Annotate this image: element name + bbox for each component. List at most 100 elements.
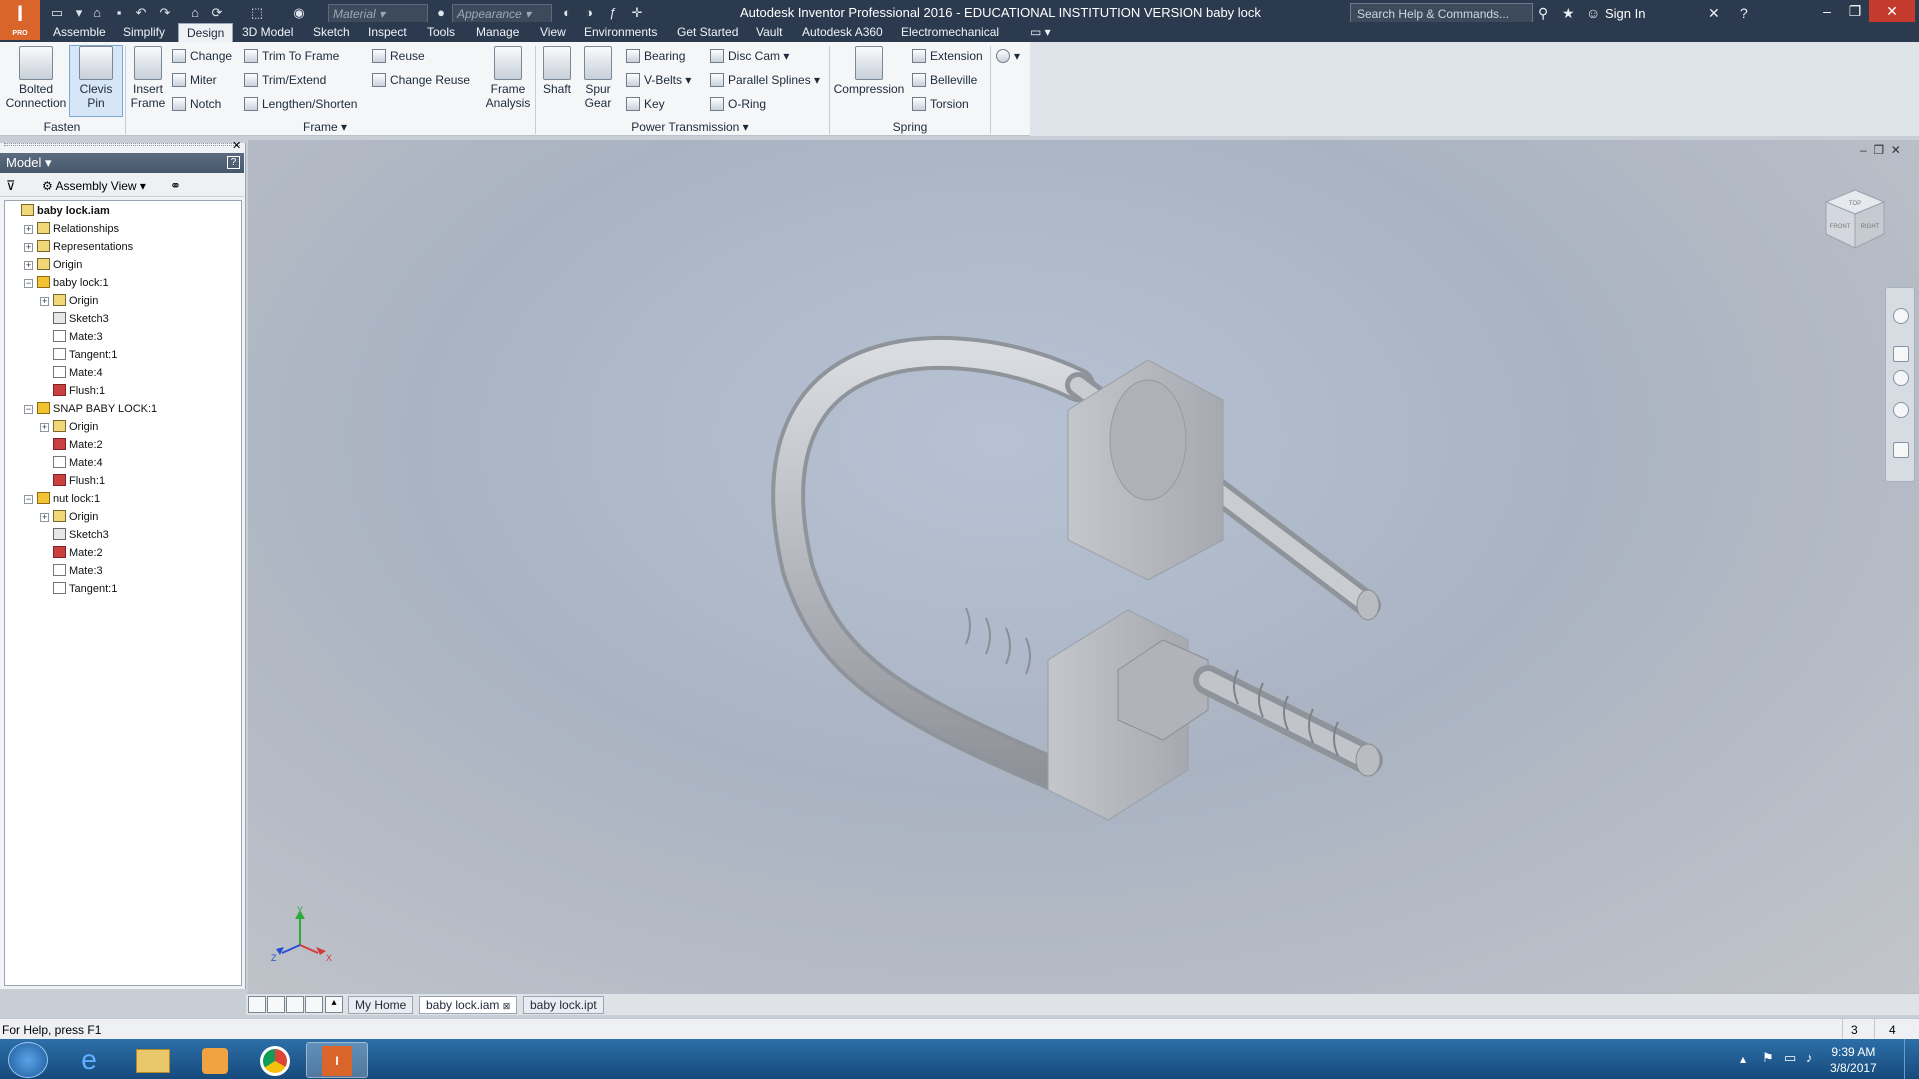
tab-get-started[interactable]: Get Started: [677, 25, 738, 39]
minimize-button[interactable]: –: [1813, 0, 1841, 22]
change-reuse-button[interactable]: Change Reuse: [372, 72, 470, 88]
tree-node[interactable]: baby lock.iam: [21, 203, 110, 220]
tree-node[interactable]: Sketch3: [53, 527, 109, 544]
tree-node[interactable]: Origin: [53, 293, 98, 310]
filter-icon[interactable]: ⊽: [6, 178, 16, 194]
save-icon[interactable]: ▪: [110, 4, 128, 22]
update-icon[interactable]: ⟳: [208, 4, 226, 22]
tab-sketch[interactable]: Sketch: [313, 25, 350, 39]
torsion-button[interactable]: Torsion: [912, 96, 969, 112]
tree-node[interactable]: Mate:4: [53, 455, 103, 472]
redo-icon[interactable]: ↷: [156, 4, 174, 22]
tab-my-home[interactable]: My Home: [348, 996, 414, 1014]
ribbon-options-icon[interactable]: ▭ ▾: [1030, 25, 1051, 39]
tree-node[interactable]: Sketch3: [53, 311, 109, 328]
shaft-button[interactable]: Shaft: [538, 46, 576, 96]
tree-node[interactable]: baby lock:1: [37, 275, 109, 292]
browser-help-icon[interactable]: ?: [227, 156, 240, 169]
trim-to-frame-button[interactable]: Trim To Frame: [244, 48, 339, 64]
zoom-icon[interactable]: [1893, 370, 1909, 386]
user-icon[interactable]: ☺: [1586, 5, 1600, 21]
exchange-icon[interactable]: ✕: [1708, 5, 1720, 22]
tab-manage[interactable]: Manage: [476, 25, 519, 39]
look-at-icon[interactable]: [1893, 442, 1909, 458]
media-player-icon[interactable]: [184, 1042, 246, 1078]
tile-vertical-icon[interactable]: [248, 996, 266, 1013]
start-button[interactable]: [8, 1042, 48, 1078]
tab-electromechanical[interactable]: Electromechanical: [901, 25, 999, 39]
tree-expand-toggle[interactable]: +: [40, 297, 49, 306]
open-icon[interactable]: ⌂: [88, 4, 106, 22]
bearing-button[interactable]: Bearing: [626, 48, 685, 64]
tree-node[interactable]: Flush:1: [53, 383, 105, 400]
action-center-flag-icon[interactable]: ⚑: [1762, 1050, 1774, 1066]
help-icon[interactable]: ?: [1740, 5, 1748, 21]
material-dropdown[interactable]: Material ▾: [328, 4, 428, 24]
tab-inspect[interactable]: Inspect: [368, 25, 407, 39]
measure-icon[interactable]: ✛: [628, 4, 646, 22]
tab-baby-lock-iam[interactable]: baby lock.iam ⊠: [419, 996, 518, 1014]
reuse-button[interactable]: Reuse: [372, 48, 425, 64]
tab-simplify[interactable]: Simplify: [123, 25, 165, 39]
tree-node[interactable]: Relationships: [37, 221, 119, 238]
tree-expand-toggle[interactable]: +: [40, 423, 49, 432]
volume-icon[interactable]: ♪: [1806, 1050, 1813, 1065]
tree-expand-toggle[interactable]: −: [24, 495, 33, 504]
tree-expand-toggle[interactable]: +: [24, 225, 33, 234]
tree-node[interactable]: Mate:3: [53, 563, 103, 580]
browser-close-icon[interactable]: ✕: [232, 139, 241, 152]
tile-horizontal-icon[interactable]: [267, 996, 285, 1013]
undo-icon[interactable]: ↶: [132, 4, 150, 22]
insert-frame-button[interactable]: Insert Frame: [128, 46, 168, 110]
tree-expand-toggle[interactable]: −: [24, 279, 33, 288]
belleville-button[interactable]: Belleville: [912, 72, 977, 88]
tree-node[interactable]: Origin: [53, 509, 98, 526]
show-hidden-icons[interactable]: ▴: [1740, 1052, 1746, 1066]
chrome-icon[interactable]: [244, 1042, 306, 1078]
tree-expand-toggle[interactable]: +: [40, 513, 49, 522]
tab-close-icon[interactable]: ⊠: [503, 1001, 511, 1011]
tree-node[interactable]: Mate:2: [53, 437, 103, 454]
show-desktop-button[interactable]: [1904, 1039, 1919, 1079]
tree-expand-toggle[interactable]: +: [24, 243, 33, 252]
extension-button[interactable]: Extension: [912, 48, 983, 64]
adjust-icon[interactable]: ◑: [580, 4, 598, 22]
tree-node[interactable]: Flush:1: [53, 473, 105, 490]
more-tools-button[interactable]: ▾: [996, 48, 1020, 64]
change-button[interactable]: Change: [172, 48, 232, 64]
tab-vault[interactable]: Vault: [756, 25, 782, 39]
tab-baby-lock-ipt[interactable]: baby lock.ipt: [523, 996, 604, 1014]
inventor-taskbar-icon[interactable]: I: [306, 1042, 368, 1078]
tab-3d-model[interactable]: 3D Model: [242, 25, 293, 39]
select-icon[interactable]: ⬚: [248, 4, 266, 22]
cascade-icon[interactable]: [286, 996, 304, 1013]
tree-node[interactable]: Mate:4: [53, 365, 103, 382]
pan-icon[interactable]: [1893, 346, 1909, 362]
browser-grip[interactable]: [4, 143, 240, 146]
new-icon[interactable]: ▭: [48, 4, 66, 22]
bolted-connection-button[interactable]: Bolted Connection: [4, 46, 68, 110]
clear-appearance-icon[interactable]: ◐: [558, 4, 576, 22]
assembly-view-dropdown[interactable]: ⚙ Assembly View ▾: [42, 179, 146, 193]
browser-header[interactable]: Model ▾?: [0, 153, 244, 173]
viewcube[interactable]: TOP FRONT RIGHT: [1822, 186, 1888, 252]
arrange-icon[interactable]: [305, 996, 323, 1013]
tree-node[interactable]: Mate:2: [53, 545, 103, 562]
file-explorer-icon[interactable]: [122, 1042, 184, 1078]
tab-autodesk-a360[interactable]: Autodesk A360: [802, 25, 883, 39]
disc-cam-button[interactable]: Disc Cam ▾: [710, 48, 789, 64]
color-icon[interactable]: ◉: [290, 4, 308, 22]
tree-node[interactable]: Mate:3: [53, 329, 103, 346]
tree-node[interactable]: SNAP BABY LOCK:1: [37, 401, 157, 418]
restore-button[interactable]: ❐: [1841, 0, 1869, 22]
parameters-icon[interactable]: ƒ: [604, 4, 622, 22]
find-icon[interactable]: ⚭: [170, 178, 181, 194]
tab-view[interactable]: View: [540, 25, 566, 39]
tree-node[interactable]: Origin: [53, 419, 98, 436]
frame-panel-label[interactable]: Frame ▾: [300, 120, 350, 134]
v-belts-button[interactable]: V-Belts ▾: [626, 72, 691, 88]
spur-gear-button[interactable]: Spur Gear: [578, 46, 618, 110]
dropdown-icon[interactable]: ▾: [70, 4, 88, 22]
tab-environments[interactable]: Environments: [584, 25, 657, 39]
tree-node[interactable]: Origin: [37, 257, 82, 274]
